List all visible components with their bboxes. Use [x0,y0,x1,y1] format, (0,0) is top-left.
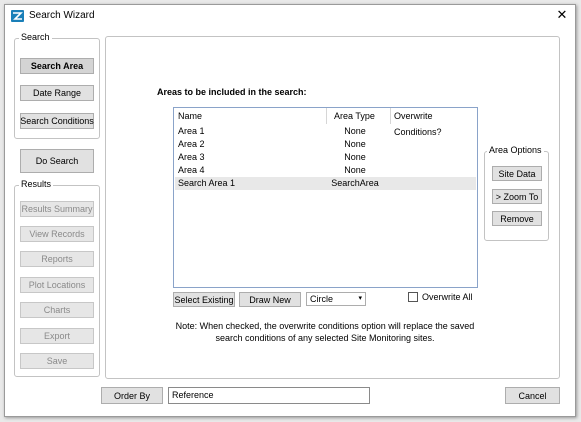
overwrite-all-label: Overwrite All [422,292,473,302]
site-data-button[interactable]: Site Data [492,166,542,181]
draw-new-button[interactable]: Draw New [239,292,301,307]
row-name: Area 3 [178,152,205,162]
do-search-button[interactable]: Do Search [20,149,94,173]
order-by-field[interactable]: Reference [168,387,370,404]
app-icon [11,10,24,22]
charts-button[interactable]: Charts [20,302,94,318]
row-name: Area 2 [178,139,205,149]
row-type: None [344,139,366,149]
plot-locations-button[interactable]: Plot Locations [20,277,94,293]
column-divider [326,108,327,124]
remove-button[interactable]: Remove [492,211,542,226]
order-by-button[interactable]: Order By [101,387,163,404]
column-divider [390,108,391,124]
window-title: Search Wizard [29,10,95,21]
row-type: None [344,165,366,175]
results-summary-button[interactable]: Results Summary [20,201,94,217]
save-button[interactable]: Save [20,353,94,369]
list-item[interactable]: Area 4 None [175,164,476,177]
export-button[interactable]: Export [20,328,94,344]
column-header-name[interactable]: Name [178,108,202,124]
select-existing-button[interactable]: Select Existing [173,292,235,307]
note-line-1: Note: When checked, the overwrite condit… [175,321,475,331]
row-type: None [344,126,366,136]
reports-button[interactable]: Reports [20,251,94,267]
close-icon[interactable]: ✕ [554,7,570,23]
overwrite-note: Note: When checked, the overwrite condit… [170,320,480,344]
search-wizard-window: Search Wizard ✕ Search Search Area Date … [4,4,576,417]
shape-select-value: Circle [310,294,334,304]
view-records-button[interactable]: View Records [20,226,94,242]
list-item[interactable]: Area 2 None [175,138,476,151]
row-type: SearchArea [331,178,379,188]
overwrite-all-checkbox[interactable] [408,292,418,302]
column-header-overwrite[interactable]: Overwrite Conditions? [394,108,477,137]
area-options-legend: Area Options [487,145,544,155]
results-group-legend: Results [19,179,54,189]
row-type: None [344,152,366,162]
column-header-area-type[interactable]: Area Type [334,108,375,124]
list-item-selected[interactable]: Search Area 1 SearchArea [175,177,476,190]
cancel-button[interactable]: Cancel [505,387,560,404]
row-name: Area 4 [178,165,205,175]
areas-list[interactable]: Name Area Type Overwrite Conditions? Are… [173,107,478,288]
zoom-to-button[interactable]: > Zoom To [492,189,542,204]
areas-heading: Areas to be included in the search: [157,87,307,97]
list-item[interactable]: Area 1 None [175,125,476,138]
search-area-button[interactable]: Search Area [20,58,94,74]
chevron-down-icon: ▾ [358,295,362,302]
shape-select[interactable]: Circle ▾ [306,292,366,306]
row-name: Search Area 1 [178,178,236,188]
search-group-legend: Search [19,32,52,42]
note-line-2: search conditions of any selected Site M… [215,333,435,343]
row-name: Area 1 [178,126,205,136]
search-conditions-button[interactable]: Search Conditions [20,113,94,129]
title-bar: Search Wizard ✕ [5,5,575,27]
list-item[interactable]: Area 3 None [175,151,476,164]
date-range-button[interactable]: Date Range [20,85,94,101]
